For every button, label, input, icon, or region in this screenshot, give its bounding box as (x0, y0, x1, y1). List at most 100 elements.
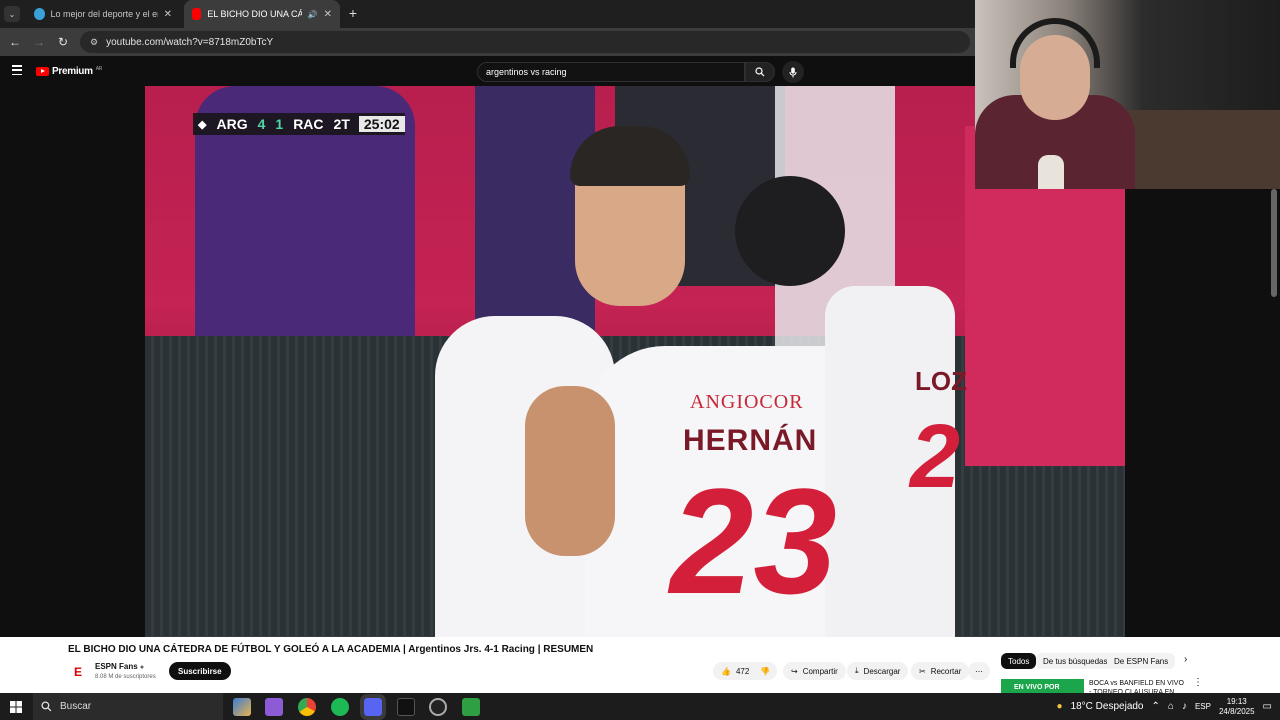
site-info-icon[interactable]: ⚙ (90, 37, 98, 48)
player-arm (525, 386, 615, 556)
tab-label: EL BICHO DIO UNA CÁTEDR (207, 9, 302, 19)
youtube-play-icon (36, 67, 49, 76)
recommendation-title[interactable]: BOCA vs BANFIELD EN VIVO - TORNEO CLAUSU… (1089, 679, 1184, 693)
subscriber-count: 8.08 M de suscriptores (95, 674, 156, 680)
thumbs-down-icon: 👎 (760, 666, 770, 676)
video-title: EL BICHO DIO UNA CÁTEDRA DE FÚTBOL Y GOL… (68, 644, 594, 655)
thumbs-up-icon: 👍 (721, 666, 731, 676)
tray-chevron-icon[interactable]: ⌃ (1152, 701, 1160, 712)
start-button[interactable] (0, 693, 32, 720)
share-button[interactable]: ↪ Compartir (783, 662, 846, 680)
tab-close-icon[interactable]: ✕ (164, 9, 172, 20)
search-input[interactable]: argentinos vs racing (477, 62, 745, 82)
away-team: RAC (293, 116, 324, 132)
clock-time: 19:13 (1226, 696, 1247, 706)
tab-search-button[interactable]: ⌄ (4, 6, 20, 22)
dislike-button[interactable]: 👎 (755, 662, 777, 680)
scissors-icon: ✂ (919, 666, 926, 676)
taskbar-search-placeholder: Buscar (60, 701, 92, 712)
weather-text[interactable]: 18°C Despejado (1071, 701, 1144, 712)
download-icon: ⤓ (855, 666, 859, 675)
capcut-icon[interactable] (397, 698, 415, 716)
back-arrow-icon[interactable]: ← (4, 28, 26, 56)
rec-thumb-text: EN VIVO POR (1014, 683, 1060, 691)
search-icon (755, 67, 765, 77)
jersey-number-2: 2 (910, 407, 961, 507)
tab-espn[interactable]: Lo mejor del deporte y el entre ✕ (26, 0, 180, 28)
league-logo-icon: ◆ (198, 118, 207, 131)
chrome-icon[interactable] (298, 698, 316, 716)
share-icon: ↪ (791, 666, 798, 676)
jersey-sponsor: ANGIOCOR (690, 391, 804, 413)
obs-icon[interactable] (429, 698, 447, 716)
scoreboard: ◆ ARG 4 1 RAC 2T 25:02 (193, 113, 405, 135)
youtube-premium-logo[interactable]: Premium AR (36, 66, 102, 77)
spotify-icon[interactable] (331, 698, 349, 716)
away-score: 1 (275, 116, 284, 132)
logo-text: Premium (52, 66, 93, 77)
taskbar-clock[interactable]: 19:13 24/8/2025 (1219, 697, 1255, 717)
download-button[interactable]: ⤓ Descargar (847, 662, 909, 680)
chip-from-channel[interactable]: De ESPN Fans (1107, 653, 1176, 669)
app-icon[interactable] (462, 698, 480, 716)
player-right-head (735, 176, 845, 286)
jersey-name-2: LOZ (915, 366, 967, 396)
tab-label: Lo mejor del deporte y el entre (50, 9, 158, 19)
chip-all[interactable]: Todos (1001, 653, 1037, 669)
home-team: ARG (216, 116, 248, 132)
moon-weather-icon: ● (1056, 701, 1063, 712)
new-tab-button[interactable]: + (344, 4, 362, 22)
speaker-icon[interactable]: 🔊 (308, 10, 318, 19)
right-panel (1125, 189, 1280, 637)
microphone (1038, 155, 1064, 189)
page-scrollbar[interactable] (1271, 189, 1277, 297)
windows-logo-icon (10, 700, 22, 713)
widgets-icon[interactable] (233, 698, 251, 716)
more-actions-button[interactable]: ⋯ (968, 662, 990, 680)
clip-button[interactable]: ✂ Recortar (911, 662, 970, 680)
like-button[interactable]: 👍 472 (713, 662, 755, 680)
webcam-overlay (975, 0, 1280, 189)
home-score: 4 (257, 116, 266, 132)
system-tray: ● 18°C Despejado ⌃ ⌂ ♪ ESP 19:13 24/8/20… (1057, 693, 1280, 720)
voice-search-button[interactable] (782, 61, 804, 83)
more-horiz-icon: ⋯ (975, 666, 983, 676)
url-text: youtube.com/watch?v=8718mZ0bTcY (106, 36, 274, 48)
channel-avatar[interactable]: E (70, 664, 86, 680)
channel-name-text: ESPN Fans (95, 662, 138, 671)
language-indicator[interactable]: ESP (1195, 702, 1211, 711)
channel-name[interactable]: ESPN Fans ● (95, 662, 144, 671)
jersey-number: 23 (670, 457, 837, 625)
subscribe-button[interactable]: Suscribirse (169, 662, 231, 680)
forward-arrow-icon[interactable]: → (28, 28, 50, 56)
download-label: Descargar (863, 666, 901, 676)
address-bar[interactable]: ⚙ youtube.com/watch?v=8718mZ0bTcY (80, 31, 970, 53)
volume-icon[interactable]: ♪ (1182, 701, 1187, 712)
like-count: 472 (735, 666, 750, 676)
taskbar-search[interactable]: Buscar (33, 693, 223, 720)
country-badge: AR (95, 66, 103, 72)
tab-youtube[interactable]: EL BICHO DIO UNA CÁTEDR 🔊 ✕ (184, 0, 340, 28)
taskbar: Buscar ● 18°C Despejado ⌃ ⌂ ♪ ESP 19:13 … (0, 693, 1280, 720)
hamburger-menu-icon[interactable] (12, 65, 22, 75)
search-icon (41, 701, 52, 712)
network-icon[interactable]: ⌂ (1168, 701, 1174, 712)
notifications-icon[interactable]: ▭ (1263, 701, 1272, 712)
tab-close-icon[interactable]: ✕ (324, 9, 332, 20)
share-label: Compartir (802, 666, 838, 676)
chip-from-searches[interactable]: De tus búsquedas (1036, 653, 1115, 669)
video-info: EL BICHO DIO UNA CÁTEDRA DE FÚTBOL Y GOL… (0, 637, 1280, 695)
search-value: argentinos vs racing (486, 67, 567, 77)
reload-icon[interactable]: ↻ (52, 28, 74, 56)
files-icon[interactable] (265, 698, 283, 716)
verified-icon: ● (139, 664, 145, 671)
discord-icon[interactable] (360, 694, 386, 720)
jersey-name: HERNÁN (683, 424, 818, 457)
rec-more-icon[interactable]: ⋮ (1193, 677, 1203, 688)
search-button[interactable] (745, 62, 775, 82)
chevron-right-icon[interactable]: › (1184, 654, 1187, 665)
microphone-icon (789, 67, 797, 77)
espn-favicon-icon (34, 8, 45, 20)
clip-label: Recortar (930, 666, 962, 676)
period: 2T (333, 116, 350, 132)
